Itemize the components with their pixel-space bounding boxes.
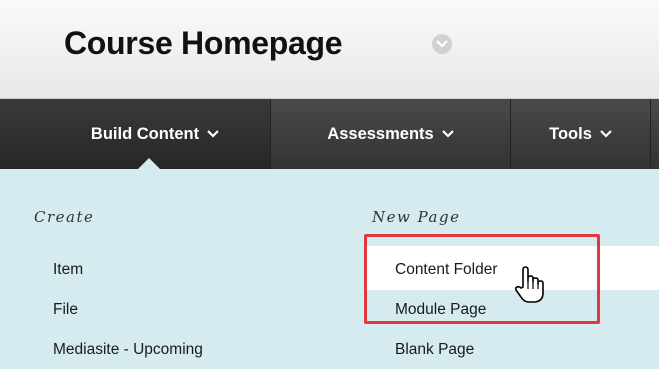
- menu-item-file[interactable]: File: [53, 301, 78, 319]
- hand-cursor-icon: [513, 265, 547, 305]
- chevron-down-icon: [600, 130, 612, 138]
- tab-label: Build Content: [90, 124, 200, 143]
- tab-tools[interactable]: Tools: [511, 99, 651, 169]
- course-toolbar: Build Content Assessments Tools: [0, 99, 659, 169]
- tab-assessments[interactable]: Assessments: [271, 99, 511, 169]
- menu-pointer: [137, 158, 161, 170]
- create-heading: Create: [34, 208, 95, 226]
- tab-build-content[interactable]: Build Content: [0, 99, 271, 169]
- page-header: Course Homepage: [0, 0, 659, 99]
- tab-label: Tools: [549, 124, 592, 143]
- page-title: Course Homepage: [64, 25, 343, 61]
- new-page-heading: New Page: [372, 208, 461, 226]
- tab-label: Assessments: [327, 124, 434, 143]
- callout-highlight-box: [364, 234, 600, 324]
- menu-item-item[interactable]: Item: [53, 261, 83, 279]
- page-options-chevron-icon[interactable]: [432, 34, 452, 54]
- chevron-down-icon: [207, 130, 219, 138]
- menu-item-blank-page[interactable]: Blank Page: [395, 341, 474, 359]
- chevron-down-icon: [441, 130, 454, 138]
- menu-item-mediasite[interactable]: Mediasite - Upcoming: [53, 341, 203, 359]
